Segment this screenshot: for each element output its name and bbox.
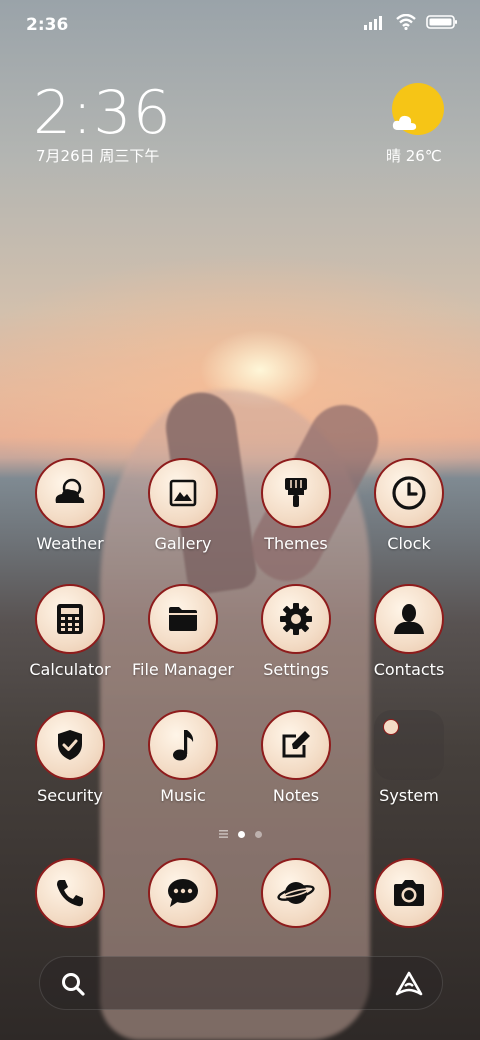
app-clock[interactable]: Clock — [354, 458, 464, 553]
app-themes[interactable]: Themes — [241, 458, 351, 553]
app-label: Gallery — [154, 534, 212, 553]
app-system-folder[interactable]: System — [354, 710, 464, 805]
signal-icon — [364, 16, 382, 30]
brush-icon — [261, 458, 331, 528]
phone-icon — [35, 858, 105, 928]
page-dot-active — [237, 830, 245, 838]
person-icon — [374, 584, 444, 654]
app-calculator[interactable]: Calculator — [15, 584, 125, 679]
assistant-icon[interactable] — [394, 969, 424, 999]
calculator-icon — [35, 584, 105, 654]
camera-icon — [374, 858, 444, 928]
widget-date: 7月26日 周三下午 — [36, 147, 160, 165]
cloud-icon — [392, 115, 417, 130]
app-label: Settings — [263, 660, 329, 679]
browser-planet-icon — [261, 858, 331, 928]
app-file-manager[interactable]: File Manager — [128, 584, 238, 679]
gear-icon — [261, 584, 331, 654]
dock-browser[interactable] — [241, 858, 351, 928]
app-label: System — [379, 786, 439, 805]
dock-messages[interactable] — [128, 858, 238, 928]
app-label: Themes — [264, 534, 328, 553]
widget-clock[interactable]: 2:36 — [33, 78, 172, 148]
messages-icon — [148, 858, 218, 928]
app-notes[interactable]: Notes — [241, 710, 351, 805]
app-security[interactable]: Security — [15, 710, 125, 805]
page-indicator[interactable] — [0, 830, 480, 838]
search-icon[interactable] — [60, 971, 86, 997]
music-note-icon — [148, 710, 218, 780]
status-time: 2:36 — [26, 15, 69, 35]
status-icons — [364, 14, 458, 30]
app-label: Security — [37, 786, 103, 805]
app-label: File Manager — [132, 660, 234, 679]
widget-weather: 晴 26℃ — [386, 147, 442, 165]
app-label: Clock — [387, 534, 431, 553]
clock-icon — [374, 458, 444, 528]
app-contacts[interactable]: Contacts — [354, 584, 464, 679]
wifi-icon — [396, 14, 416, 30]
dock-phone[interactable] — [15, 858, 125, 928]
search-bar[interactable] — [39, 956, 443, 1010]
edit-note-icon — [261, 710, 331, 780]
weather-icon — [35, 458, 105, 528]
shield-icon — [35, 710, 105, 780]
app-label: Notes — [272, 786, 320, 805]
app-label: Music — [160, 786, 206, 805]
app-label: Weather — [36, 534, 104, 553]
folder-icon — [148, 584, 218, 654]
page-dot — [254, 830, 262, 838]
list-page-icon — [218, 830, 228, 838]
app-music[interactable]: Music — [128, 710, 238, 805]
battery-icon — [426, 15, 457, 29]
app-label: Calculator — [29, 660, 111, 679]
folder-system-icon — [374, 710, 444, 780]
app-label: Contacts — [373, 660, 445, 679]
status-bar: 2:36 — [0, 0, 480, 50]
gallery-icon — [148, 458, 218, 528]
app-weather[interactable]: Weather — [15, 458, 125, 553]
app-gallery[interactable]: Gallery — [128, 458, 238, 553]
app-settings[interactable]: Settings — [241, 584, 351, 679]
folder-preview-icon — [383, 719, 399, 735]
dock-camera[interactable] — [354, 858, 464, 928]
